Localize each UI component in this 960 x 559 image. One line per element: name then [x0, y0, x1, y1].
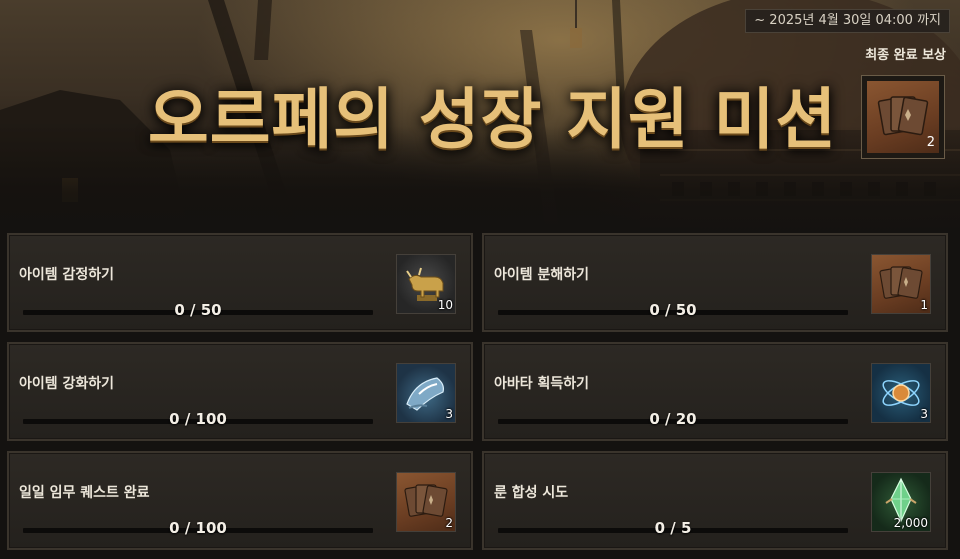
event-deadline: ~ 2025년 4월 30일 04:00 까지	[745, 9, 950, 33]
mission-reward-slot[interactable]: 10	[396, 254, 456, 314]
mission-progress-text: 0 / 50	[649, 301, 697, 319]
mission-reward-slot[interactable]: 3	[396, 363, 456, 423]
event-banner: ~ 2025년 4월 30일 04:00 까지 최종 완료 보상 2 오르페의 …	[0, 0, 960, 236]
reward-quantity: 2,000	[893, 516, 928, 530]
mission-card-identify[interactable]: 아이템 감정하기 0 / 50 10	[7, 233, 473, 332]
mission-name: 아바타 획득하기	[494, 376, 590, 392]
final-reward-label: 최종 완료 보상	[865, 48, 946, 63]
mission-name: 아이템 분해하기	[494, 267, 590, 283]
mission-reward-slot[interactable]: 1	[871, 254, 931, 314]
final-reward-quantity: 2	[926, 135, 935, 150]
event-title: 오르페의 성장 지원 미션	[148, 80, 838, 158]
reward-quantity: 1	[920, 298, 928, 312]
mission-card-enhance[interactable]: 아이템 강화하기 0 / 100 3	[7, 342, 473, 441]
mission-progress-text: 0 / 5	[654, 519, 692, 537]
mission-progress-text: 0 / 100	[169, 410, 227, 428]
mission-reward-slot[interactable]: 2,000	[871, 472, 931, 532]
mission-progress-text: 0 / 100	[169, 519, 227, 537]
reward-quantity: 2	[445, 516, 453, 530]
mission-name: 아이템 강화하기	[19, 376, 115, 392]
reward-quantity: 3	[445, 407, 453, 421]
mission-list: 아이템 감정하기 0 / 50 10 아이템 분해하기 0 / 50 1 아이템…	[0, 230, 960, 559]
final-reward-slot[interactable]: 2	[861, 75, 945, 159]
mission-progress-text: 0 / 50	[174, 301, 222, 319]
mission-card-daily-quest[interactable]: 일일 임무 퀘스트 완료 0 / 100 2	[7, 451, 473, 550]
mission-card-avatar[interactable]: 아바타 획득하기 0 / 20 3	[482, 342, 948, 441]
mission-name: 아이템 감정하기	[19, 267, 115, 283]
reward-quantity: 10	[437, 298, 453, 312]
mission-reward-slot[interactable]: 3	[871, 363, 931, 423]
reward-quantity: 3	[920, 407, 928, 421]
mission-reward-slot[interactable]: 2	[396, 472, 456, 532]
mission-name: 룬 합성 시도	[494, 485, 569, 501]
mission-card-rune-synthesis[interactable]: 룬 합성 시도 0 / 5 2,000	[482, 451, 948, 550]
mission-card-disassemble[interactable]: 아이템 분해하기 0 / 50 1	[482, 233, 948, 332]
mission-progress-text: 0 / 20	[649, 410, 697, 428]
mission-name: 일일 임무 퀘스트 완료	[19, 485, 150, 501]
